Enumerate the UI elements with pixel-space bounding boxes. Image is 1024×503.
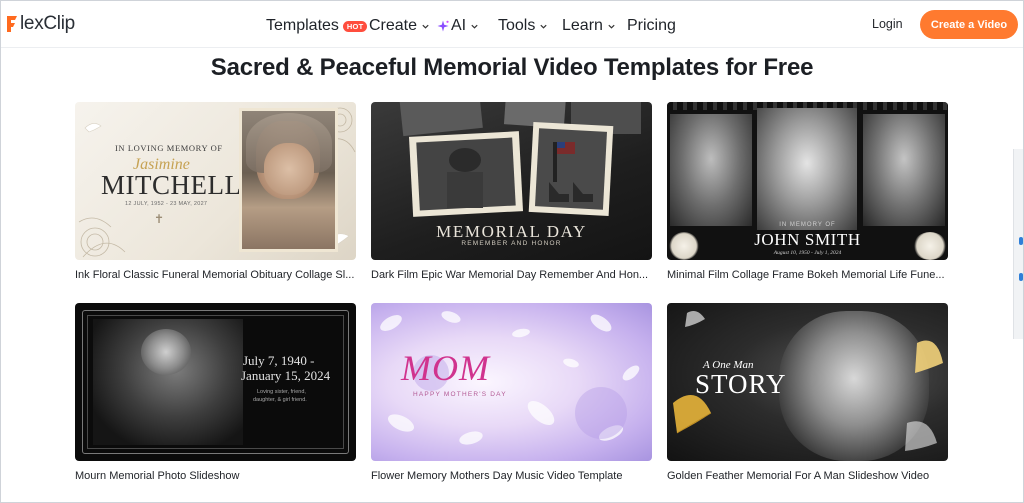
nav-tools-label: Tools (498, 17, 536, 34)
thumb-name: JOHN SMITH (754, 230, 861, 249)
template-title[interactable]: Flower Memory Mothers Day Music Video Te… (371, 470, 652, 482)
template-title[interactable]: Golden Feather Memorial For A Man Slides… (667, 470, 948, 482)
top-nav-bar: lexClip Templates HOT Create AI Tools Le… (1, 1, 1023, 48)
logo-text: lexClip (20, 13, 75, 34)
template-title[interactable]: Dark Film Epic War Memorial Day Remember… (371, 269, 652, 281)
thumb-title: MOM (401, 348, 490, 388)
nav-pricing-label: Pricing (627, 17, 676, 34)
flexclip-logo[interactable]: lexClip (5, 11, 75, 37)
template-card[interactable]: IN MEMORY OF JOHN SMITH August 10, 1950 … (667, 102, 948, 281)
portrait-old-man (757, 108, 857, 230)
chevron-down-icon (422, 24, 429, 29)
chevron-down-icon (608, 24, 615, 29)
thumb-subtitle: REMEMBER AND HONOR (461, 240, 562, 247)
chevron-down-icon (471, 24, 478, 29)
template-thumbnail[interactable]: MOM HAPPY MOTHER'S DAY (371, 303, 652, 461)
thumb-date-end: January 15, 2024 (241, 368, 331, 383)
template-thumbnail[interactable]: IN MEMORY OF JOHN SMITH August 10, 1950 … (667, 102, 948, 260)
nav-pricing[interactable]: Pricing (627, 17, 676, 35)
template-card[interactable]: A One Man STORY Golden Feather Memorial … (667, 303, 948, 482)
template-card[interactable]: IN LOVING MEMORY OF Jasimine MITCHELL 12… (75, 102, 356, 281)
nav-templates-label: Templates (266, 17, 339, 34)
nav-learn[interactable]: Learn (562, 17, 616, 35)
portrait-photo (239, 108, 338, 252)
create-video-button[interactable]: Create a Video (920, 10, 1018, 39)
thumb-surname: MITCHELL (101, 170, 242, 200)
thumb-title: MEMORIAL DAY (436, 222, 587, 241)
template-thumbnail[interactable]: July 7, 1940 - January 15, 2024 Loving s… (75, 303, 356, 461)
nav-ai-label: AI (451, 17, 467, 34)
thumb-date-start: July 7, 1940 - (243, 353, 315, 368)
template-title[interactable]: Minimal Film Collage Frame Bokeh Memoria… (667, 269, 948, 281)
thumb-subtitle: HAPPY MOTHER'S DAY (413, 391, 507, 398)
login-link[interactable]: Login (872, 17, 903, 31)
chevron-down-icon (540, 24, 547, 29)
template-title[interactable]: Ink Floral Classic Funeral Memorial Obit… (75, 269, 356, 281)
thumb-note: Loving sister, friend, (257, 389, 306, 395)
portrait-boy (670, 114, 752, 226)
template-thumbnail[interactable]: IN LOVING MEMORY OF Jasimine MITCHELL 12… (75, 102, 356, 260)
nav-ai[interactable]: AI (437, 17, 479, 35)
side-tool-icon[interactable] (1019, 237, 1023, 245)
template-card[interactable]: July 7, 1940 - January 15, 2024 Loving s… (75, 303, 356, 482)
nav-templates[interactable]: Templates HOT (266, 17, 368, 35)
nav-create[interactable]: Create (369, 17, 430, 35)
hot-badge: HOT (342, 20, 368, 32)
nav-tools[interactable]: Tools (498, 17, 548, 35)
template-thumbnail[interactable]: MEMORIAL DAY REMEMBER AND HONOR (371, 102, 652, 260)
nav-learn-label: Learn (562, 17, 603, 34)
flexclip-logo-icon (7, 16, 17, 32)
thumb-text-line: IN LOVING MEMORY OF (115, 143, 223, 153)
cross-icon: ✝ (154, 212, 165, 226)
thumb-note: daughter, & girl friend. (253, 397, 307, 403)
thumb-dates: August 10, 1950 - July 1, 2024 (773, 250, 842, 256)
thumb-text-line: IN MEMORY OF (779, 222, 836, 228)
browser-viewport: lexClip Templates HOT Create AI Tools Le… (0, 0, 1024, 503)
side-tool-icon[interactable] (1019, 273, 1023, 281)
template-card[interactable]: MOM HAPPY MOTHER'S DAY Flower Memory Mot… (371, 303, 652, 482)
template-title[interactable]: Mourn Memorial Photo Slideshow (75, 470, 356, 482)
portrait-woman (863, 114, 945, 226)
thumb-title: STORY (695, 369, 787, 399)
template-card[interactable]: MEMORIAL DAY REMEMBER AND HONOR Dark Fil… (371, 102, 652, 281)
page-title: Sacred & Peaceful Memorial Video Templat… (210, 54, 814, 81)
sparkle-icon (437, 20, 449, 32)
template-thumbnail[interactable]: A One Man STORY (667, 303, 948, 461)
nav-create-label: Create (369, 17, 418, 34)
portrait-head (141, 329, 191, 375)
thumb-dates: 12 JULY, 1952 - 23 MAY, 2027 (125, 201, 208, 207)
